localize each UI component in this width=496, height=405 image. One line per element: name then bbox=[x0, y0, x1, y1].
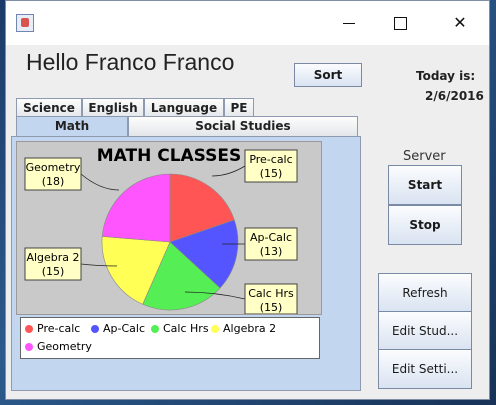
refresh-button[interactable]: Refresh bbox=[378, 273, 472, 313]
java-app-icon bbox=[16, 14, 34, 32]
pie-label-value: (18) bbox=[42, 175, 65, 188]
server-label: Server bbox=[403, 149, 446, 164]
edit-settings-button[interactable]: Edit Setti... bbox=[378, 349, 472, 389]
today-date: 2/6/2016 bbox=[425, 89, 484, 103]
legend-label: Pre-calc bbox=[37, 322, 81, 335]
pie-chart-svg: Pre-calc(15)Ap-Calc(13)Calc Hrs(15)Algeb… bbox=[24, 149, 298, 314]
sort-button[interactable]: Sort bbox=[294, 63, 362, 87]
legend-swatch bbox=[151, 325, 159, 333]
pie-label-name: Geometry bbox=[26, 161, 81, 174]
pie-label-value: (15) bbox=[260, 167, 283, 180]
start-button[interactable]: Start bbox=[388, 165, 462, 205]
close-button[interactable]: ✕ bbox=[446, 11, 474, 35]
legend-label: Ap-Calc bbox=[103, 322, 146, 335]
tab-pe[interactable]: PE bbox=[224, 98, 254, 118]
maximize-button[interactable] bbox=[386, 11, 414, 35]
legend-label: Calc Hrs bbox=[163, 322, 209, 335]
pie-label-leader bbox=[211, 165, 246, 177]
legend-item: Ap-Calc bbox=[91, 322, 145, 335]
pie-label-value: (13) bbox=[260, 245, 283, 258]
legend-label: Algebra 2 bbox=[223, 322, 277, 335]
legend-item: Calc Hrs bbox=[151, 322, 209, 335]
legend-swatch bbox=[211, 325, 219, 333]
legend-item: Pre-calc bbox=[25, 322, 80, 335]
tab-language[interactable]: Language bbox=[144, 98, 224, 118]
math-tab-panel: MATH CLASSES Pre-calc (15) Ap-Calc (13) Calc… bbox=[11, 136, 361, 391]
legend-item: Algebra 2 bbox=[211, 322, 276, 335]
tab-science[interactable]: Science bbox=[16, 98, 82, 118]
chart-legend: Pre-calc Ap-Calc Calc Hrs Algebra 2 Geometry bbox=[20, 317, 320, 359]
legend-label: Geometry bbox=[37, 340, 92, 353]
legend-swatch bbox=[91, 325, 99, 333]
pie-label-name: Pre-calc bbox=[249, 153, 292, 166]
app-window: ✕ Hello Franco Franco Sort Today is: 2/6… bbox=[5, 0, 490, 400]
greeting-text: Hello Franco Franco bbox=[26, 49, 235, 75]
edit-students-button[interactable]: Edit Stud... bbox=[378, 311, 472, 351]
pie-label-leader bbox=[80, 173, 120, 191]
legend-item: Geometry bbox=[25, 340, 92, 353]
tab-math[interactable]: Math bbox=[16, 116, 128, 136]
pie-label-name: Algebra 2 bbox=[26, 251, 79, 264]
pie-label-value: (15) bbox=[42, 265, 65, 278]
tab-english[interactable]: English bbox=[82, 98, 144, 118]
pie-label-name: Ap-Calc bbox=[250, 231, 292, 244]
pie-label-value: (15) bbox=[260, 301, 283, 314]
minimize-button[interactable] bbox=[336, 11, 364, 35]
tab-social-studies[interactable]: Social Studies bbox=[128, 116, 358, 136]
stop-button[interactable]: Stop bbox=[388, 205, 462, 245]
pie-label-name: Calc Hrs bbox=[248, 287, 294, 300]
legend-swatch bbox=[25, 325, 33, 333]
today-label: Today is: bbox=[416, 69, 476, 83]
pie-slice-geometry bbox=[101, 173, 171, 243]
pie-chart: MATH CLASSES Pre-calc (15) Ap-Calc (13) Calc… bbox=[16, 141, 322, 315]
title-bar: ✕ bbox=[6, 1, 489, 45]
legend-swatch bbox=[25, 343, 33, 351]
